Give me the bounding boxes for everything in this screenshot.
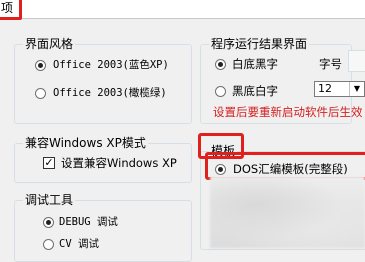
radio-black-bg-label: 黑底白字 [232,84,278,98]
radio-office-olive-label: Office 2003(橄榄绿) [53,87,167,99]
font-size-label: 字号 [319,57,342,71]
font-size-preview-box [348,50,365,72]
radio-white-bg-label: 白底黑字 [232,57,278,71]
radio-white-bg[interactable] [215,59,226,70]
blurred-region [210,176,365,248]
chevron-down-icon[interactable]: ▼ [349,82,364,96]
check-icon: ✓ [44,156,54,169]
compat-legend: 兼容Windows XP模式 [23,135,148,151]
compat-checkbox-label: 设置兼容Windows XP [61,156,177,170]
debug-tool-legend: 调试工具 [23,192,76,208]
font-size-select[interactable]: 12 ▼ [314,81,365,97]
radio-cv[interactable] [43,239,54,250]
radio-office-olive[interactable] [35,88,46,99]
window-titlebar: 项 [0,0,365,20]
interface-style-group: 界面风格 Office 2003(蓝色XP) Office 2003(橄榄绿) [14,36,192,124]
restart-notice: 设置后要重新启动软件后生效 [213,105,363,119]
run-result-legend: 程序运行结果界面 [209,36,310,52]
radio-debug[interactable] [43,217,54,228]
radio-debug-label: DEBUG 调试 [59,216,118,228]
compat-checkbox[interactable]: ✓ [43,157,55,169]
debug-tool-group: 调试工具 DEBUG 调试 CV 调试 [14,192,192,262]
interface-style-legend: 界面风格 [23,36,76,52]
window-title: 项 [1,1,14,15]
radio-office-blue-label: Office 2003(蓝色XP) [53,59,169,71]
radio-office-blue[interactable] [35,60,46,71]
font-size-value: 12 [318,82,332,95]
radio-cv-label: CV 调试 [59,238,99,250]
compat-group: 兼容Windows XP模式 ✓ 设置兼容Windows XP [14,135,192,183]
radio-black-bg[interactable] [215,86,226,97]
